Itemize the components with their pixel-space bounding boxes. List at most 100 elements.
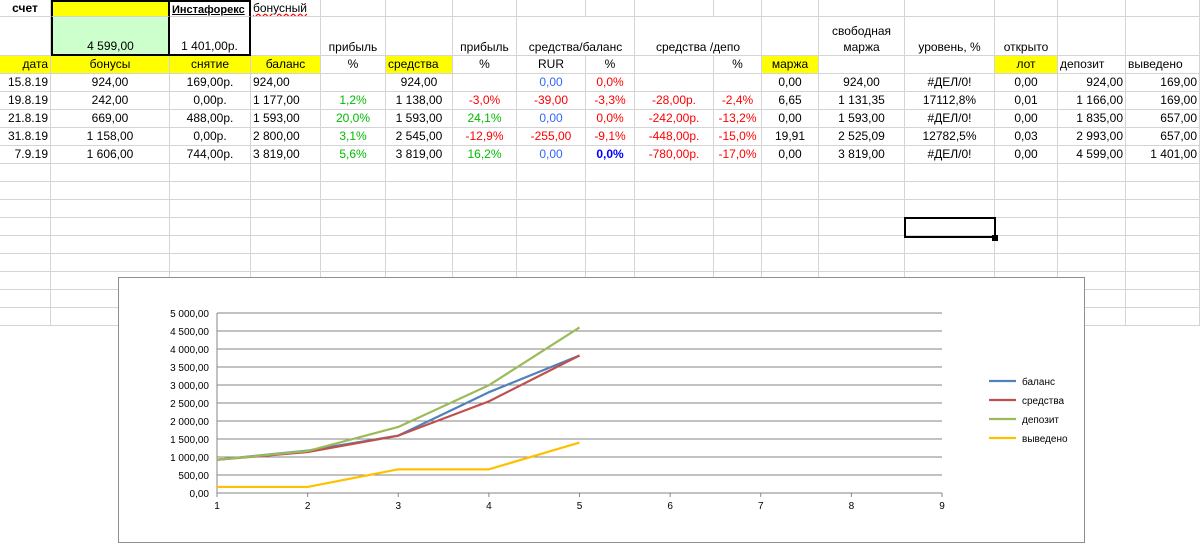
cell-empty[interactable] [635,0,714,17]
cell-empty[interactable] [170,218,251,236]
cell-empty[interactable] [1126,182,1200,200]
cell-empty[interactable] [251,200,321,218]
cell-fd-pct[interactable] [714,74,762,92]
cell-empty[interactable] [762,218,819,236]
cell-level[interactable]: 12782,5% [905,128,995,146]
fill-handle[interactable] [992,235,998,241]
cell-empty[interactable] [453,236,517,254]
cell-empty[interactable] [586,254,635,272]
cell-balance[interactable]: 1 177,00 [251,92,321,110]
cell-empty[interactable] [1126,164,1200,182]
cell-empty[interactable] [0,182,51,200]
col-header-fd-pct[interactable]: % [714,56,762,74]
cell-empty[interactable] [1126,290,1200,308]
cell-empty[interactable] [453,200,517,218]
cell-lot[interactable]: 0,00 [995,74,1058,92]
cell-empty[interactable] [321,164,386,182]
cell-empty[interactable] [905,164,995,182]
cell-empty[interactable] [321,182,386,200]
cell-empty[interactable] [517,254,586,272]
cell-date[interactable]: 19.8.19 [0,92,51,110]
cell-fd-pct[interactable]: -15,0% [714,128,762,146]
cell-fb-pct[interactable]: -3,3% [586,92,635,110]
col-header-date[interactable]: дата [0,56,51,74]
cell-profit2-pct[interactable]: 16,2% [453,146,517,164]
cell-empty[interactable] [1126,272,1200,290]
cell-empty[interactable] [321,236,386,254]
cell-empty[interactable] [1058,218,1126,236]
cell-level[interactable]: 17112,8% [905,92,995,110]
cell-empty[interactable] [635,236,714,254]
cell-empty[interactable] [386,200,453,218]
cell-empty[interactable] [819,200,905,218]
col-header-sredstva[interactable]: средства [386,56,453,74]
cell-empty[interactable] [1126,308,1200,326]
cell-level[interactable]: #ДЕЛ/0! [905,146,995,164]
cell-empty[interactable] [714,164,762,182]
col-header-depozit[interactable]: депозит [1058,56,1126,74]
col-header-snyatie[interactable]: снятие [170,56,251,74]
cell-date[interactable]: 15.8.19 [0,74,51,92]
cell-empty[interactable] [386,17,453,56]
cell-funds[interactable]: 924,00 [386,74,453,92]
cell-margin[interactable]: 19,91 [762,128,819,146]
col-header-fb-pct[interactable]: % [586,56,635,74]
cell-fd-pct[interactable]: -2,4% [714,92,762,110]
col-header-balans[interactable]: баланс [251,56,321,74]
cell-empty[interactable] [0,254,51,272]
cell-empty[interactable] [1126,0,1200,17]
selected-cell[interactable] [904,217,996,238]
cell-empty[interactable] [819,254,905,272]
cell-fd-pct[interactable]: -17,0% [714,146,762,164]
cell-withdraw-total[interactable]: 1 401,00р. [170,17,251,56]
cell-empty[interactable] [995,236,1058,254]
cell-empty[interactable] [170,164,251,182]
cell-header-sredstva-balans[interactable]: средства/баланс [517,17,635,56]
cell-empty[interactable] [170,236,251,254]
cell-deposit[interactable]: 924,00 [1058,74,1126,92]
cell-profit2-pct[interactable]: -12,9% [453,128,517,146]
cell-empty[interactable] [586,182,635,200]
cell-margin[interactable]: 0,00 [762,110,819,128]
cell-rur[interactable]: -39,00 [517,92,586,110]
cell-empty[interactable] [995,200,1058,218]
cell-empty[interactable] [1058,254,1126,272]
cell-empty[interactable] [762,200,819,218]
cell-header-pribyl1[interactable]: прибыль [321,17,386,56]
cell-date[interactable]: 21.8.19 [0,110,51,128]
cell-empty[interactable] [1058,17,1126,56]
cell-balance[interactable]: 3 819,00 [251,146,321,164]
cell-empty[interactable] [51,254,170,272]
cell-empty[interactable] [1126,200,1200,218]
cell-level[interactable]: #ДЕЛ/0! [905,110,995,128]
cell-empty[interactable] [386,182,453,200]
cell-empty[interactable] [251,17,321,56]
cell-empty[interactable] [762,182,819,200]
cell-empty[interactable] [714,254,762,272]
cell-profit-pct[interactable] [321,74,386,92]
cell-bonus-label[interactable]: бонусный [251,0,321,17]
cell-empty[interactable] [586,218,635,236]
cell-empty[interactable] [635,218,714,236]
cell-empty[interactable] [1126,218,1200,236]
cell-empty[interactable] [762,0,819,17]
cell-empty[interactable] [0,308,51,326]
cell-empty[interactable] [1126,17,1200,56]
cell-empty[interactable] [517,0,586,17]
cell-empty[interactable] [586,236,635,254]
cell-funds[interactable]: 3 819,00 [386,146,453,164]
cell-empty[interactable] [0,290,51,308]
cell-profit2-pct[interactable]: 24,1% [453,110,517,128]
cell-empty[interactable] [453,218,517,236]
cell-fd[interactable]: -28,00р. [635,92,714,110]
cell-empty[interactable] [1058,164,1126,182]
cell-bonus[interactable]: 1 606,00 [51,146,170,164]
cell-empty[interactable] [517,182,586,200]
cell-rur[interactable]: 0,00 [517,110,586,128]
cell-empty[interactable] [1126,236,1200,254]
cell-empty[interactable] [635,56,714,74]
cell-fb-pct[interactable]: 0,0% [586,146,635,164]
cell-fb-pct[interactable]: 0,0% [586,110,635,128]
cell-empty[interactable] [251,254,321,272]
cell-empty[interactable] [170,182,251,200]
